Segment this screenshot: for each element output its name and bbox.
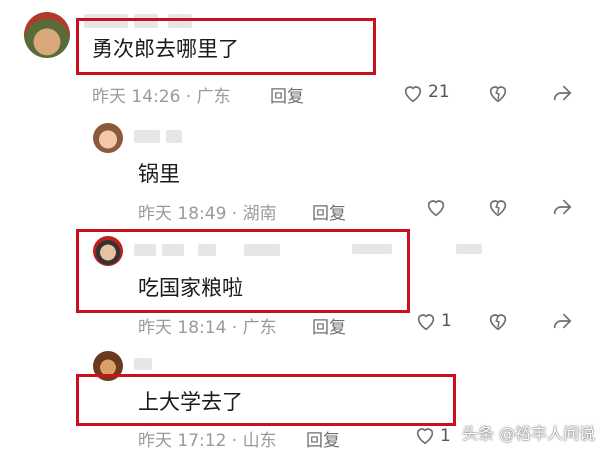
reply-button[interactable]: 回复 bbox=[306, 426, 340, 451]
broken-heart-icon[interactable] bbox=[487, 82, 509, 104]
comment-meta: 昨天 18:14 · 广东 bbox=[138, 318, 277, 338]
comment-text: 锅里 bbox=[138, 162, 180, 186]
comment-text: 勇次郎去哪里了 bbox=[92, 37, 239, 61]
heart-icon[interactable] bbox=[402, 82, 424, 104]
heart-icon[interactable] bbox=[414, 424, 436, 446]
comment-meta: 昨天 14:26 · 广东 bbox=[92, 87, 231, 107]
avatar[interactable] bbox=[93, 123, 123, 153]
highlight-box bbox=[76, 229, 410, 313]
like-count: 21 bbox=[428, 82, 450, 102]
share-arrow-icon[interactable] bbox=[551, 196, 573, 218]
comment-text: 吃国家粮啦 bbox=[138, 276, 243, 300]
comment-text: 上大学去了 bbox=[138, 390, 243, 414]
watermark: 头条 @裕丰人间说 bbox=[462, 424, 596, 443]
username-blurred[interactable] bbox=[166, 130, 182, 143]
comment-meta: 昨天 17:12 · 山东 bbox=[138, 431, 277, 451]
reply-button[interactable]: 回复 bbox=[312, 313, 346, 338]
heart-icon[interactable] bbox=[415, 310, 437, 332]
reply-button[interactable]: 回复 bbox=[270, 82, 304, 107]
share-arrow-icon[interactable] bbox=[551, 82, 573, 104]
broken-heart-icon[interactable] bbox=[487, 310, 509, 332]
broken-heart-icon[interactable] bbox=[487, 196, 509, 218]
reply-button[interactable]: 回复 bbox=[312, 199, 346, 224]
avatar[interactable] bbox=[24, 12, 70, 58]
username-blurred[interactable] bbox=[456, 244, 482, 254]
comment-meta: 昨天 18:49 · 湖南 bbox=[138, 204, 277, 224]
like-count: 1 bbox=[441, 311, 452, 331]
heart-icon[interactable] bbox=[425, 196, 447, 218]
like-count: 1 bbox=[440, 426, 451, 446]
share-arrow-icon[interactable] bbox=[551, 310, 573, 332]
username-blurred[interactable] bbox=[134, 130, 160, 143]
highlight-box bbox=[76, 374, 456, 426]
username-blurred[interactable] bbox=[134, 358, 152, 370]
